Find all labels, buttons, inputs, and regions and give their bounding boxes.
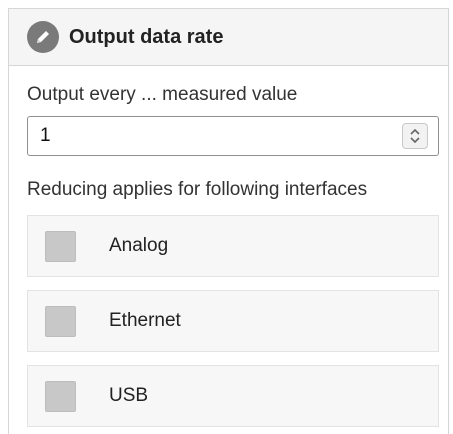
analog-checkbox[interactable] <box>45 230 76 262</box>
usb-label[interactable]: USB <box>109 385 148 407</box>
ethernet-checkbox[interactable] <box>45 305 76 337</box>
interface-option-usb[interactable]: USB <box>27 365 439 427</box>
ethernet-label[interactable]: Ethernet <box>109 310 181 332</box>
interface-option-analog[interactable]: Analog <box>27 215 439 277</box>
spinner-arrows-icon[interactable] <box>408 127 422 145</box>
panel-title: Output data rate <box>69 25 224 48</box>
panel-content: Output every ... measured value 1 Reduci… <box>9 83 448 427</box>
usb-checkbox[interactable] <box>45 380 76 412</box>
panel-header: Output data rate <box>9 9 448 66</box>
output-every-value[interactable]: 1 <box>40 125 51 147</box>
interface-options: Analog Ethernet USB <box>27 215 439 427</box>
number-spinner[interactable] <box>402 123 428 149</box>
interface-option-ethernet[interactable]: Ethernet <box>27 290 439 352</box>
pencil-icon <box>27 21 59 53</box>
output-every-label: Output every ... measured value <box>27 84 298 105</box>
output-every-input[interactable]: 1 <box>27 116 439 156</box>
analog-label[interactable]: Analog <box>109 235 168 257</box>
output-data-rate-panel: Output data rate Output every ... measur… <box>8 8 449 434</box>
reducing-interfaces-label: Reducing applies for following interface… <box>27 179 368 200</box>
